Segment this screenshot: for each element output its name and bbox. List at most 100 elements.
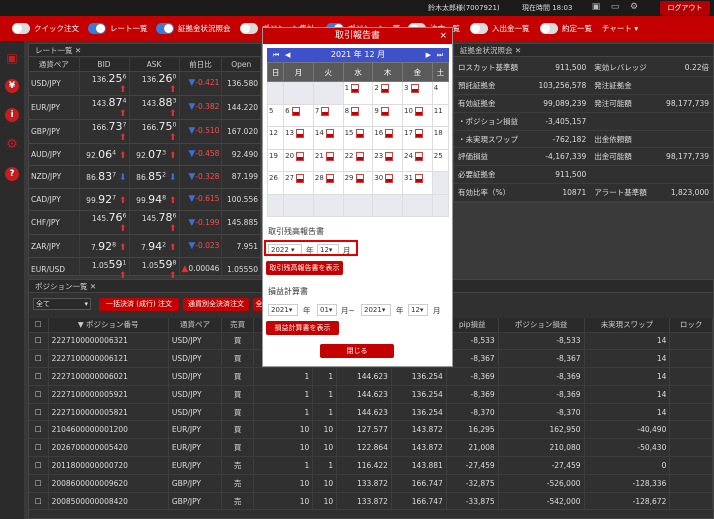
- menu-execution-list[interactable]: 約定一覧: [540, 22, 592, 35]
- row-checkbox[interactable]: ☐: [29, 456, 49, 475]
- pdf-document-icon[interactable]: [355, 129, 364, 138]
- pnl-from-year-select[interactable]: 2021▾: [268, 304, 298, 316]
- currency-settle-button[interactable]: 通貨別全決済注文: [183, 298, 249, 311]
- table-row[interactable]: ☐ 2227100000005921 USD/JPY 買 1 1 144.623 136.25…: [29, 385, 713, 404]
- row-checkbox[interactable]: ☐: [29, 332, 49, 351]
- pdf-document-icon[interactable]: [380, 84, 389, 93]
- rate-row[interactable]: ZAR/JPY 7.928 ⬆ 7.942 ⬆ ▼-0.023 7.951: [29, 234, 261, 258]
- select-all-checkbox[interactable]: ☐: [29, 318, 49, 333]
- toggle[interactable]: [540, 23, 558, 34]
- calendar-day[interactable]: 28: [312, 171, 344, 195]
- calendar-day[interactable]: 20: [283, 148, 314, 172]
- calendar-day[interactable]: 18: [431, 126, 450, 150]
- column-header[interactable]: 未実現スワップ: [584, 318, 671, 333]
- calendar-day[interactable]: 14: [312, 126, 344, 150]
- info-icon[interactable]: i: [5, 108, 19, 122]
- row-checkbox[interactable]: ☐: [29, 474, 49, 493]
- ask-cell[interactable]: 136.260 ⬆: [129, 71, 180, 96]
- gear-icon[interactable]: ⚙: [5, 138, 19, 152]
- table-row[interactable]: ☐ 2227100000006021 USD/JPY 買 1 1 144.623 136.25…: [29, 367, 713, 386]
- pnl-to-year-select[interactable]: 2021▾: [361, 304, 391, 316]
- row-checkbox[interactable]: ☐: [29, 492, 49, 511]
- next-month-icon[interactable]: ▶: [426, 48, 431, 62]
- rate-row[interactable]: EUR/JPY 143.874 ⬆ 143.883 ⬆ ▼-0.382 144.220: [29, 95, 261, 120]
- menu-margin-status[interactable]: 証拠金状況照会: [156, 22, 231, 35]
- calendar-day[interactable]: 31: [402, 171, 433, 195]
- ask-cell[interactable]: 145.786 ⬆: [129, 210, 180, 236]
- menu-deposit-list[interactable]: 入出金一覧: [470, 22, 530, 35]
- bid-cell[interactable]: 136.256 ⬆: [79, 71, 130, 96]
- bid-cell[interactable]: 7.928 ⬆: [79, 234, 130, 258]
- column-header[interactable]: 売買: [221, 318, 254, 333]
- menu-quick-order[interactable]: クイック注文: [12, 22, 79, 35]
- calendar-day[interactable]: 6: [283, 103, 314, 127]
- rate-row[interactable]: CAD/JPY 99.927 ⬆ 99.948 ⬆ ▼-0.615 100.556: [29, 188, 261, 212]
- calendar-day[interactable]: 23: [372, 148, 404, 172]
- pdf-document-icon[interactable]: [410, 84, 419, 93]
- pdf-document-icon[interactable]: [414, 174, 423, 183]
- table-row[interactable]: ☐ 2026700000005420 EUR/JPY 買 10 10 122.864 143.…: [29, 438, 713, 458]
- pdf-document-icon[interactable]: [385, 151, 394, 161]
- column-header[interactable]: ポジション損益: [498, 318, 585, 333]
- pnl-to-month-select[interactable]: 12▾: [408, 304, 428, 316]
- save-icon[interactable]: ▣: [5, 51, 19, 65]
- column-header[interactable]: ▼ ポジション番号: [48, 318, 169, 333]
- bid-cell[interactable]: 99.927 ⬆: [79, 188, 130, 212]
- pdf-document-icon[interactable]: [414, 106, 423, 116]
- toggle[interactable]: [240, 23, 258, 34]
- ask-cell[interactable]: 99.948 ⬆: [129, 188, 180, 212]
- calendar-day[interactable]: 5: [266, 103, 285, 127]
- calendar-day[interactable]: 25: [431, 148, 450, 172]
- row-checkbox[interactable]: ☐: [29, 438, 49, 458]
- ask-cell[interactable]: 92.073 ⬆: [129, 143, 180, 167]
- calendar-day[interactable]: 8: [342, 103, 374, 127]
- bid-cell[interactable]: 92.064 ⬆: [79, 143, 130, 167]
- calendar-day[interactable]: 19: [266, 148, 285, 172]
- calendar-day[interactable]: 11: [431, 103, 450, 127]
- rate-row[interactable]: AUD/JPY 92.064 ⬆ 92.073 ⬆ ▼-0.458 92.490: [29, 143, 261, 167]
- calendar-day[interactable]: 10: [402, 103, 433, 127]
- pdf-document-icon[interactable]: [385, 129, 394, 138]
- calendar-day[interactable]: 16: [372, 126, 404, 150]
- calendar-day[interactable]: 4: [431, 81, 450, 105]
- pdf-document-icon[interactable]: [325, 129, 334, 138]
- menu-rate-list[interactable]: レート一覧: [88, 22, 148, 35]
- pnl-from-month-select[interactable]: 01▾: [317, 304, 337, 316]
- rate-row[interactable]: USD/JPY 136.256 ⬆ 136.260 ⬆ ▼-0.421 136.580: [29, 71, 261, 96]
- table-row[interactable]: ☐ 2008500000008420 GBP/JPY 売 10 10 133.872 166.…: [29, 492, 713, 511]
- calendar-day[interactable]: 1: [342, 81, 374, 105]
- bid-cell[interactable]: 86.837 ⬇: [79, 165, 130, 189]
- pdf-document-icon[interactable]: [321, 106, 330, 116]
- help-icon[interactable]: ?: [5, 167, 19, 181]
- rate-row[interactable]: CHF/JPY 145.766 ⬆ 145.786 ⬆ ▼-0.199 145.885: [29, 210, 261, 236]
- calendar-day[interactable]: 17: [402, 126, 433, 150]
- pdf-document-icon[interactable]: [351, 106, 360, 116]
- calendar-day[interactable]: 21: [312, 148, 344, 172]
- calendar-day[interactable]: 15: [342, 126, 374, 150]
- calendar-day[interactable]: 26: [266, 171, 285, 195]
- toggle[interactable]: [12, 23, 30, 34]
- calendar-day[interactable]: 9: [372, 103, 404, 127]
- calendar-day[interactable]: 27: [283, 171, 314, 195]
- pdf-document-icon[interactable]: [325, 151, 334, 161]
- menu-chart[interactable]: チャート ▾: [602, 22, 638, 35]
- ask-cell[interactable]: 166.750 ⬆: [129, 119, 180, 144]
- rate-row[interactable]: NZD/JPY 86.837 ⬇ 86.852 ⬇ ▼-0.328 87.199: [29, 165, 261, 189]
- pdf-document-icon[interactable]: [325, 174, 334, 183]
- calendar-day[interactable]: 30: [372, 171, 404, 195]
- ask-cell[interactable]: 1.05598 ⬆: [129, 257, 180, 282]
- pdf-document-icon[interactable]: [414, 151, 423, 161]
- ask-cell[interactable]: 86.852 ⬇: [129, 165, 180, 189]
- row-checkbox[interactable]: ☐: [29, 420, 49, 440]
- ask-cell[interactable]: 7.942 ⬆: [129, 234, 180, 258]
- bid-cell[interactable]: 166.737 ⬆: [79, 119, 130, 144]
- pdf-document-icon[interactable]: [296, 174, 305, 183]
- logout-button[interactable]: ログアウト: [660, 1, 710, 15]
- ask-cell[interactable]: 143.883 ⬆: [129, 95, 180, 120]
- calendar-day[interactable]: 24: [402, 148, 433, 172]
- save-icon[interactable]: ▣: [591, 2, 601, 13]
- table-row[interactable]: ☐ 2008600000009620 GBP/JPY 売 10 10 133.872 166.…: [29, 474, 713, 493]
- bid-cell[interactable]: 1.05591 ⬆: [79, 257, 130, 282]
- calendar-day[interactable]: 29: [342, 171, 374, 195]
- show-balance-report-button[interactable]: 取引残高報告書を表示: [266, 261, 343, 275]
